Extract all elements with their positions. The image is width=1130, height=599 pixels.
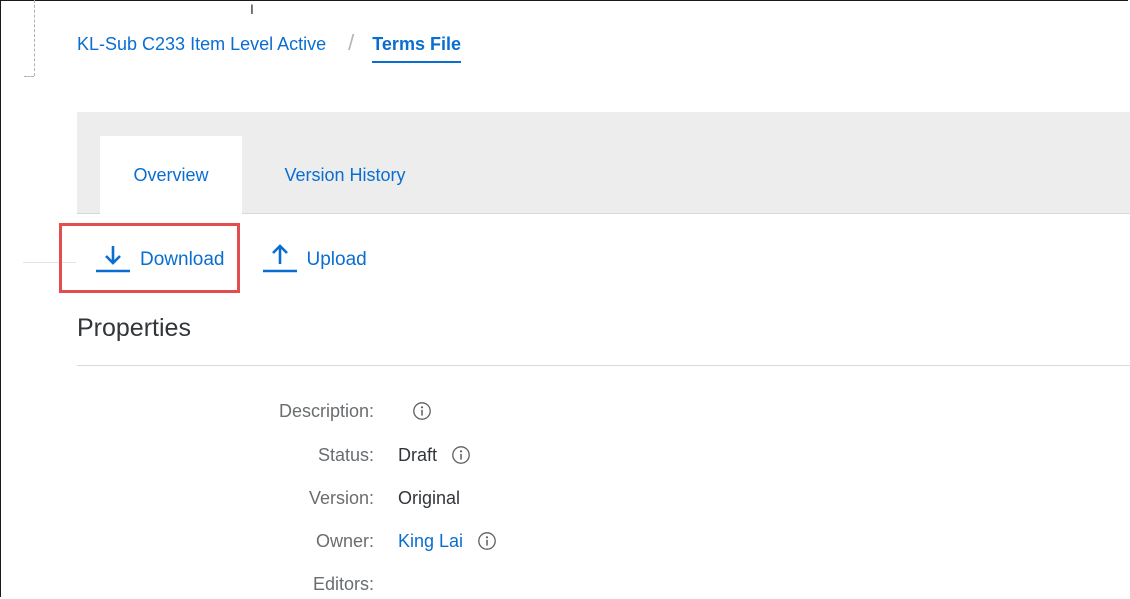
window-frame: [0, 0, 1128, 597]
property-row-status: Status: Draft: [200, 441, 471, 469]
info-circle-icon[interactable]: [451, 445, 471, 465]
left-panel-divider: [23, 262, 76, 263]
owner-value: King Lai: [398, 531, 497, 552]
breadcrumb: KL-Sub C233 Item Level Active / Terms Fi…: [77, 30, 461, 63]
properties-divider: [77, 365, 1130, 366]
version-label: Version:: [308, 487, 374, 508]
status-value: Draft: [398, 445, 471, 466]
description-value: [398, 401, 432, 421]
upload-button[interactable]: Upload: [262, 243, 367, 273]
left-panel-dashed-border: [34, 0, 35, 76]
editors-label: Editors:: [312, 573, 374, 594]
tab-version-history[interactable]: Version History: [247, 136, 443, 214]
text-cursor-icon: I: [250, 1, 254, 17]
owner-link[interactable]: King Lai: [398, 531, 463, 552]
download-arrow-icon: [96, 243, 130, 273]
breadcrumb-current[interactable]: Terms File: [372, 34, 461, 63]
property-row-editors: Editors:: [200, 570, 398, 598]
property-row-owner: Owner: King Lai: [200, 527, 497, 555]
owner-label: Owner:: [315, 530, 374, 551]
upload-label: Upload: [306, 249, 367, 270]
upload-arrow-icon: [262, 243, 297, 273]
breadcrumb-parent-link[interactable]: KL-Sub C233 Item Level Active: [77, 34, 326, 55]
info-circle-icon[interactable]: [477, 531, 497, 551]
info-circle-icon[interactable]: [412, 401, 432, 421]
tab-bar: Overview Version History: [77, 112, 1130, 214]
description-label: Description:: [278, 400, 374, 421]
action-toolbar: Download Upload: [96, 236, 367, 280]
left-panel-dashed-tick: [24, 76, 34, 77]
version-value: Original: [398, 488, 460, 509]
property-row-version: Version: Original: [200, 484, 460, 512]
breadcrumb-separator: /: [348, 30, 355, 55]
tab-overview[interactable]: Overview: [100, 136, 242, 214]
property-row-description: Description:: [200, 397, 432, 425]
status-label: Status:: [317, 444, 374, 465]
download-button[interactable]: Download: [96, 243, 225, 273]
properties-title: Properties: [77, 314, 191, 342]
version-text: Original: [398, 487, 461, 508]
download-label: Download: [140, 249, 225, 270]
status-text: Draft: [398, 444, 438, 465]
